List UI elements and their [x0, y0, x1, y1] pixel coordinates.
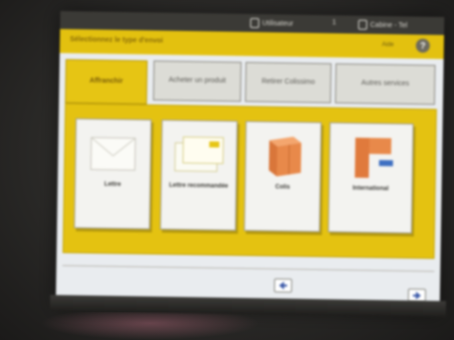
- product-registered-letter-button[interactable]: Lettre recommandée: [159, 119, 238, 231]
- tab-affranchir[interactable]: Affranchir: [64, 59, 148, 105]
- status-count: 1: [332, 19, 337, 27]
- page-title: Sélectionnez le type d'envoi: [69, 36, 164, 45]
- registered-letter-icon: [162, 129, 237, 180]
- phone-icon: [358, 19, 368, 30]
- footer-divider: [62, 265, 435, 272]
- ambient-reflection: [40, 312, 260, 340]
- phone-status: Cabine - Tel: [358, 19, 407, 32]
- tab-label: Affranchir: [89, 77, 124, 85]
- help-symbol: ?: [420, 40, 426, 51]
- arrow-left-icon: [279, 281, 288, 290]
- page-header: Sélectionnez le type d'envoi Aide ?: [59, 29, 445, 60]
- user-icon: [250, 17, 260, 29]
- product-label: Lettre recommandée: [169, 182, 229, 190]
- user-status: Utilisateur: [250, 17, 293, 30]
- product-letter-button[interactable]: Lettre: [73, 118, 152, 230]
- tab-label: Retirer Colissimo: [261, 77, 315, 86]
- international-parcel-icon: [330, 131, 413, 182]
- tab-label: Acheter un produit: [168, 76, 226, 85]
- tab-collect-parcel[interactable]: Retirer Colissimo: [244, 61, 332, 104]
- user-status-text: Utilisateur: [262, 19, 294, 28]
- back-button[interactable]: [273, 278, 293, 293]
- tab-bar: Affranchir Acheter un produit Retirer Co…: [64, 59, 438, 107]
- product-label: International: [352, 185, 389, 193]
- phone-status-text: Cabine - Tel: [370, 21, 408, 29]
- arrow-right-icon: [412, 291, 421, 300]
- product-label: Colis: [275, 184, 290, 191]
- kiosk-screen: Utilisateur 1 Cabine - Tel Sélectionnez …: [55, 11, 445, 313]
- product-international-button[interactable]: International: [327, 122, 414, 234]
- tab-label: Autres services: [361, 79, 410, 88]
- letter-icon: [76, 127, 151, 178]
- tab-other-services[interactable]: Autres services: [334, 63, 436, 105]
- help-icon[interactable]: ?: [415, 38, 430, 53]
- help-label[interactable]: Aide: [382, 42, 394, 48]
- parcel-icon: [246, 130, 321, 181]
- product-panel: Lettre Lettre recommandée Colis Internat…: [62, 103, 437, 259]
- product-parcel-button[interactable]: Colis: [243, 120, 322, 233]
- product-label: Lettre: [104, 181, 121, 188]
- tab-buy-product[interactable]: Acheter un produit: [152, 60, 242, 102]
